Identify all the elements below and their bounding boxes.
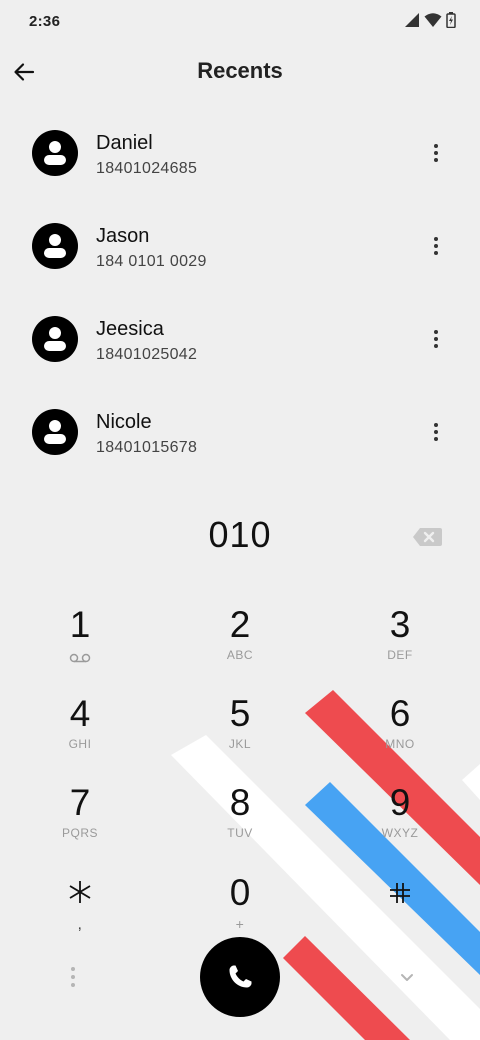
list-item[interactable]: Daniel 18401024685	[0, 107, 480, 200]
key-letters: ABC	[226, 648, 254, 662]
key-digit: 2	[229, 604, 251, 645]
key-6[interactable]: 6 MNO	[345, 693, 455, 773]
contact-name: Jason	[96, 225, 150, 247]
asterisk-icon	[25, 872, 135, 914]
phone-icon	[229, 965, 252, 988]
person-icon	[44, 141, 66, 165]
key-letters: PQRS	[61, 826, 98, 840]
signal-icon	[405, 13, 419, 27]
contact-name: Jeesica	[96, 318, 164, 340]
call-button[interactable]	[200, 937, 280, 1017]
contact-number: 18401025042	[96, 346, 198, 363]
dialer-overflow-button[interactable]	[62, 964, 84, 990]
more-vert-icon	[434, 423, 438, 441]
more-options-button[interactable]	[421, 231, 451, 261]
backspace-button[interactable]	[410, 524, 444, 550]
key-3[interactable]: 3 DEF	[345, 604, 455, 684]
contact-name: Daniel	[96, 132, 153, 154]
key-digit: 9	[389, 782, 411, 823]
key-5[interactable]: 5 JKL	[185, 693, 295, 773]
avatar	[32, 409, 78, 455]
key-digit: 7	[69, 782, 91, 823]
key-letters: DEF	[387, 648, 413, 662]
key-digit: 0	[229, 872, 251, 913]
key-letters: ,	[77, 916, 83, 933]
more-options-button[interactable]	[421, 417, 451, 447]
avatar	[32, 316, 78, 362]
more-vert-icon	[434, 237, 438, 255]
status-bar: 2:36	[0, 0, 480, 44]
contact-number: 184 0101 0029	[96, 253, 207, 270]
voicemail-icon	[25, 650, 135, 668]
person-icon	[44, 420, 66, 444]
key-letters: WXYZ	[381, 826, 419, 840]
key-digit: 3	[389, 604, 411, 645]
avatar	[32, 223, 78, 269]
more-options-button[interactable]	[421, 138, 451, 168]
collapse-keypad-button[interactable]	[396, 966, 418, 988]
status-icons	[404, 12, 456, 28]
list-item[interactable]: Nicole 18401015678	[0, 386, 480, 479]
key-letters: MNO	[385, 737, 415, 751]
key-2[interactable]: 2 ABC	[185, 604, 295, 684]
chevron-down-icon	[401, 974, 413, 981]
key-digit: 8	[229, 782, 251, 823]
recents-list: Daniel 18401024685 Jason 184 0101 0029 J…	[0, 107, 480, 479]
status-time: 2:36	[29, 13, 61, 30]
app-bar: Recents	[0, 44, 480, 100]
avatar	[32, 130, 78, 176]
key-letters: TUV	[227, 826, 253, 840]
key-1[interactable]: 1	[25, 604, 135, 684]
dialed-number-display[interactable]: 010	[0, 514, 480, 556]
more-vert-icon	[434, 330, 438, 348]
key-letters: GHI	[68, 737, 92, 751]
key-digit: 4	[69, 693, 91, 734]
key-star[interactable]: ,	[25, 872, 135, 952]
more-vert-icon	[71, 967, 75, 987]
more-vert-icon	[434, 144, 438, 162]
key-4[interactable]: 4 GHI	[25, 693, 135, 773]
key-pound[interactable]	[345, 872, 455, 952]
page-title: Recents	[197, 58, 283, 83]
hash-icon	[345, 872, 455, 914]
wifi-icon	[424, 13, 442, 27]
contact-number: 18401015678	[96, 439, 198, 456]
key-digit: 6	[389, 693, 411, 734]
contact-number: 18401024685	[96, 160, 198, 177]
key-digit: 5	[229, 693, 251, 734]
key-digit: 1	[69, 604, 91, 645]
person-icon	[44, 327, 66, 351]
key-letters: +	[235, 916, 245, 932]
key-8[interactable]: 8 TUV	[185, 782, 295, 862]
more-options-button[interactable]	[421, 324, 451, 354]
backspace-icon	[413, 528, 442, 546]
key-7[interactable]: 7 PQRS	[25, 782, 135, 862]
person-icon	[44, 234, 66, 258]
key-letters: JKL	[228, 737, 252, 751]
key-9[interactable]: 9 WXYZ	[345, 782, 455, 862]
contact-name: Nicole	[96, 411, 152, 433]
battery-charging-icon	[446, 12, 456, 28]
list-item[interactable]: Jason 184 0101 0029	[0, 200, 480, 293]
list-item[interactable]: Jeesica 18401025042	[0, 293, 480, 386]
